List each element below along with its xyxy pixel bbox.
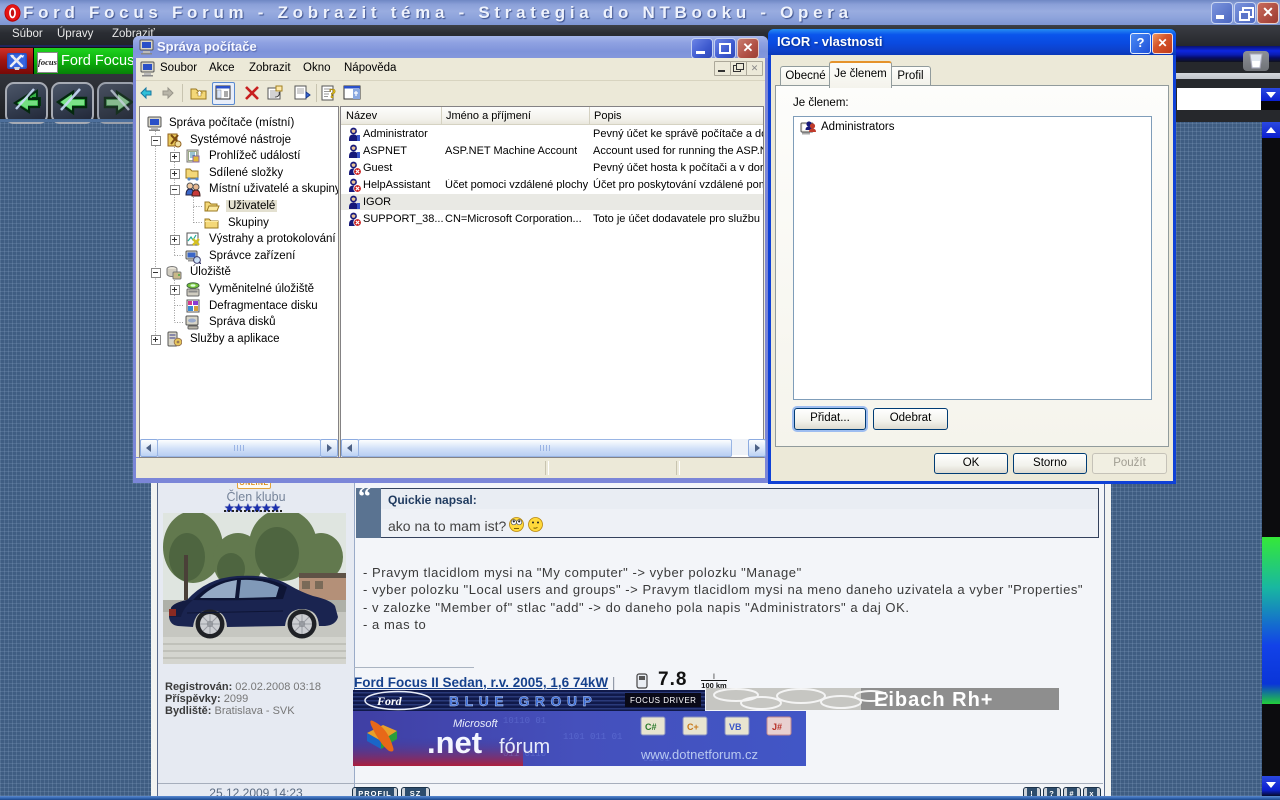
svg-text:10110 01: 10110 01 [503, 716, 546, 726]
svg-text:J#: J# [772, 722, 782, 732]
svg-text:1101 011 01: 1101 011 01 [563, 732, 622, 742]
svg-text:FOCUS DRIVER: FOCUS DRIVER [630, 696, 696, 705]
svg-text:C#: C# [645, 722, 657, 732]
svg-text:?: ? [329, 87, 336, 102]
svg-text:VB: VB [729, 722, 742, 732]
svg-text:Ford: Ford [376, 694, 403, 708]
svg-text:C+: C+ [687, 722, 699, 732]
svg-text:www.dotnetforum.cz: www.dotnetforum.cz [640, 747, 758, 762]
svg-text:Eibach Rh+: Eibach Rh+ [874, 689, 993, 710]
svg-text:fórum: fórum [499, 736, 550, 758]
svg-text:BLUE GROUP: BLUE GROUP [449, 693, 597, 709]
svg-text:.net: .net [427, 725, 482, 760]
